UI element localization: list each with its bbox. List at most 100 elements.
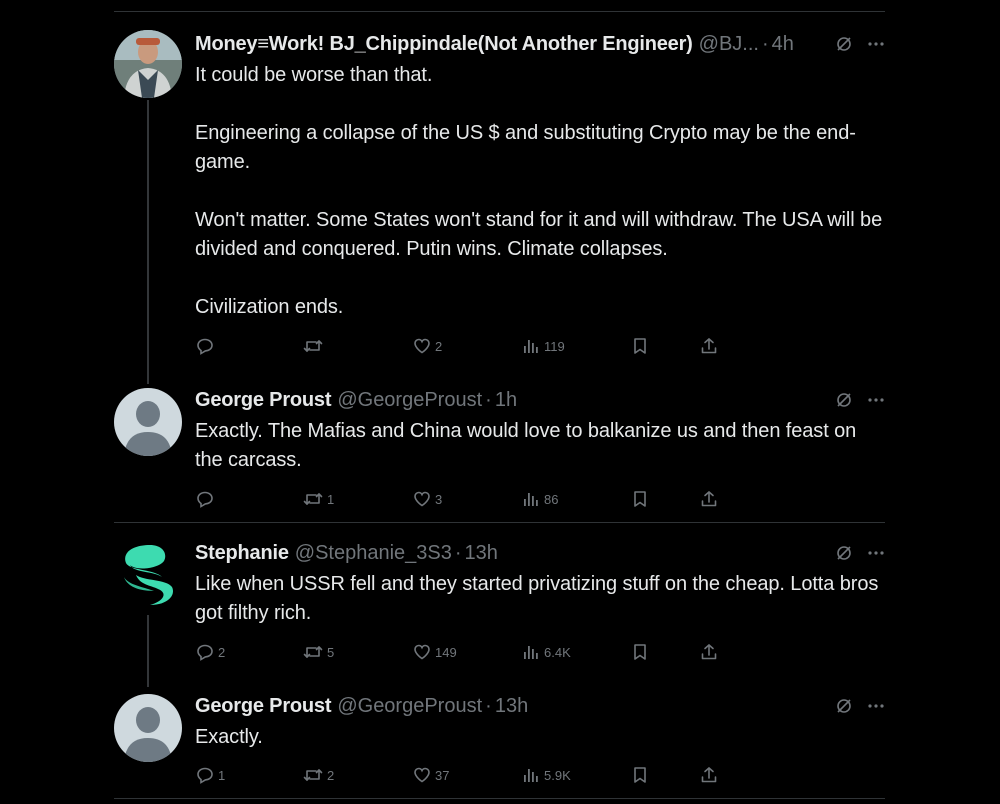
views-button[interactable]: 119 [522,335,565,357]
tweet-header: Money≡Work! BJ_Chippindale(Not Another E… [195,30,885,58]
separator-dot: · [485,389,492,411]
avatar[interactable] [114,30,182,98]
timestamp[interactable]: 13h [465,539,498,567]
reply-count: 1 [218,767,226,783]
share-icon [701,491,717,507]
tweet-actions: 1 3 86 [195,488,885,510]
grok-icon[interactable] [835,35,853,53]
more-icon[interactable] [867,697,885,715]
bookmark-icon [634,338,646,354]
tweet-divider [114,522,885,523]
view-count: 6.4K [544,644,571,660]
tweet[interactable]: Stephanie @Stephanie_3S3 · 13h Like when… [114,539,885,687]
like-count: 3 [435,491,443,507]
heart-icon [414,767,430,783]
bookmark-button[interactable] [631,764,649,786]
more-icon[interactable] [867,391,885,409]
thread-line [147,100,149,384]
avatar[interactable] [114,694,182,762]
timestamp[interactable]: 1h [495,386,517,414]
handle[interactable]: @Stephanie_3S3 [295,539,452,567]
more-icon[interactable] [867,35,885,53]
tweet-text: Exactly. [195,726,263,748]
like-count: 2 [435,338,443,354]
bookmark-button[interactable] [631,641,649,663]
view-count: 86 [544,491,559,507]
views-icon [524,493,538,506]
tweet-text: It could be worse than that. Engineering… [195,64,883,318]
share-icon [701,644,717,660]
like-count: 149 [435,644,457,660]
top-divider [114,11,885,12]
heart-icon [414,491,430,507]
share-icon [701,338,717,354]
reply-icon [197,338,213,355]
reply-icon [197,644,213,661]
tweet-text: Like when USSR fell and they started pri… [195,573,879,624]
handle[interactable]: @BJ... [699,30,759,58]
reply-icon [197,767,213,784]
share-icon [701,767,717,783]
views-button[interactable]: 86 [522,488,558,510]
display-name[interactable]: Money≡Work! BJ_Chippindale(Not Another E… [195,30,693,58]
tweet-header: George Proust @GeorgeProust · 13h [195,692,885,720]
bottom-divider [114,798,885,799]
retweet-button[interactable]: 1 [303,488,334,510]
share-button[interactable] [700,488,718,510]
timestamp[interactable]: 13h [495,692,528,720]
display-name[interactable]: George Proust [195,386,332,414]
tweet-header: Stephanie @Stephanie_3S3 · 13h [195,539,885,567]
like-count: 37 [435,767,450,783]
grok-icon[interactable] [835,544,853,562]
reply-button[interactable] [196,335,218,357]
tweet-text: Exactly. The Mafias and China would love… [195,420,857,471]
thread-line [147,615,149,687]
like-button[interactable]: 2 [413,335,442,357]
like-button[interactable]: 149 [413,641,457,663]
tweet[interactable]: George Proust @GeorgeProust · 1h Exactly… [114,386,885,508]
share-button[interactable] [700,764,718,786]
retweet-button[interactable] [303,335,327,357]
grok-icon[interactable] [835,697,853,715]
display-name[interactable]: Stephanie [195,539,289,567]
grok-icon[interactable] [835,391,853,409]
tweet[interactable]: Money≡Work! BJ_Chippindale(Not Another E… [114,30,885,384]
tweet-header: George Proust @GeorgeProust · 1h [195,386,885,414]
retweet-count: 1 [327,491,335,507]
bookmark-button[interactable] [631,335,649,357]
retweet-count: 5 [327,644,335,660]
tweet-actions: 1 2 37 5.9K [195,764,885,786]
reply-button[interactable] [196,488,218,510]
retweet-button[interactable]: 2 [303,764,334,786]
display-name[interactable]: George Proust [195,692,332,720]
reply-button[interactable]: 2 [196,641,225,663]
tweet-actions: 2 5 149 6.4K [195,641,885,663]
tweet[interactable]: George Proust @GeorgeProust · 13h Exactl… [114,692,885,792]
timeline: Money≡Work! BJ_Chippindale(Not Another E… [114,0,885,804]
retweet-count: 2 [327,767,335,783]
handle[interactable]: @GeorgeProust [337,692,482,720]
handle[interactable]: @GeorgeProust [337,386,482,414]
views-icon [524,340,538,353]
like-button[interactable]: 3 [413,488,442,510]
share-button[interactable] [700,641,718,663]
more-icon[interactable] [867,544,885,562]
share-button[interactable] [700,335,718,357]
views-button[interactable]: 5.9K [522,764,571,786]
bookmark-button[interactable] [631,488,649,510]
reply-button[interactable]: 1 [196,764,225,786]
separator-dot: · [761,33,769,55]
retweet-icon [303,493,323,505]
retweet-icon [303,340,323,352]
like-button[interactable]: 37 [413,764,449,786]
view-count: 5.9K [544,767,571,783]
avatar[interactable] [114,388,182,456]
views-icon [524,769,538,782]
timestamp[interactable]: 4h [772,30,794,58]
retweet-button[interactable]: 5 [303,641,334,663]
avatar[interactable] [114,541,182,609]
retweet-icon [303,769,323,781]
views-button[interactable]: 6.4K [522,641,571,663]
heart-icon [414,338,430,354]
reply-icon [197,491,213,508]
